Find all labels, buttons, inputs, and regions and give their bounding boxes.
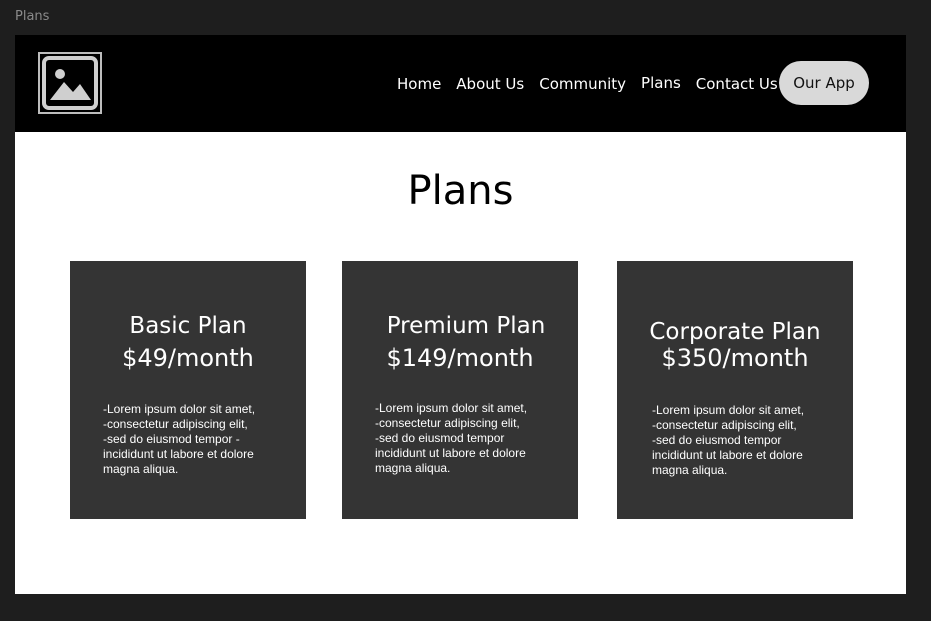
- plan-feature-line: magna aliqua.: [375, 461, 451, 475]
- plan-feature-line: -Lorem ipsum dolor sit amet,: [652, 403, 805, 417]
- plan-card-basic[interactable]: Basic Plan $49/month -Lorem ipsum dolor …: [70, 261, 306, 519]
- plan-feature-line: incididunt ut labore et dolore: [375, 446, 526, 460]
- plan-description: -Lorem ipsum dolor sit amet, -consectetu…: [103, 402, 293, 477]
- plan-feature-line: magna aliqua.: [652, 463, 728, 477]
- plan-card-premium[interactable]: Premium Plan $149/month -Lorem ipsum dol…: [342, 261, 578, 519]
- plan-description: -Lorem ipsum dolor sit amet, -consectetu…: [652, 403, 842, 478]
- frame-label: Plans: [15, 9, 50, 24]
- plan-feature-line: incididunt ut labore et dolore: [103, 447, 254, 461]
- plan-name: Premium Plan: [386, 313, 546, 339]
- plan-card-corporate[interactable]: Corporate Plan $350/month -Lorem ipsum d…: [617, 261, 853, 519]
- plan-feature-line: -Lorem ipsum dolor sit amet,: [103, 402, 256, 416]
- plan-name: Corporate Plan: [649, 319, 821, 345]
- plan-feature-line: -consectetur adipiscing elit,: [375, 416, 520, 430]
- plan-price: $49/month: [122, 344, 254, 372]
- plan-feature-line: -Lorem ipsum dolor sit amet,: [375, 401, 528, 415]
- plan-feature-line: -consectetur adipiscing elit,: [652, 418, 797, 432]
- plan-feature-line: magna aliqua.: [103, 462, 179, 476]
- nav-link-home[interactable]: Home: [397, 75, 441, 93]
- nav-link-about-us[interactable]: About Us: [456, 75, 524, 93]
- nav-link-plans[interactable]: Plans: [641, 74, 681, 92]
- our-app-button[interactable]: Our App: [779, 61, 869, 105]
- plan-name: Basic Plan: [129, 313, 247, 339]
- nav-link-community[interactable]: Community: [539, 75, 626, 93]
- plan-feature-line: -sed do eiusmod tempor: [652, 433, 782, 447]
- plan-feature-line: -sed do eiusmod tempor: [375, 431, 505, 445]
- page-title: Plans: [407, 168, 514, 214]
- plan-feature-line: -consectetur adipiscing elit,: [103, 417, 248, 431]
- plan-price: $350/month: [661, 344, 809, 372]
- page-frame: Home About Us Community Plans Contact Us…: [15, 35, 906, 594]
- nav-link-contact-us[interactable]: Contact Us: [696, 75, 778, 93]
- nav-menu: Home About Us Community Plans Contact Us: [397, 35, 793, 132]
- plan-price: $149/month: [386, 344, 534, 372]
- image-icon[interactable]: [38, 52, 102, 114]
- plan-feature-line: incididunt ut labore et dolore: [652, 448, 803, 462]
- plan-description: -Lorem ipsum dolor sit amet, -consectetu…: [375, 401, 565, 476]
- navbar: Home About Us Community Plans Contact Us…: [15, 35, 906, 132]
- plan-feature-line: -sed do eiusmod tempor -: [103, 432, 240, 446]
